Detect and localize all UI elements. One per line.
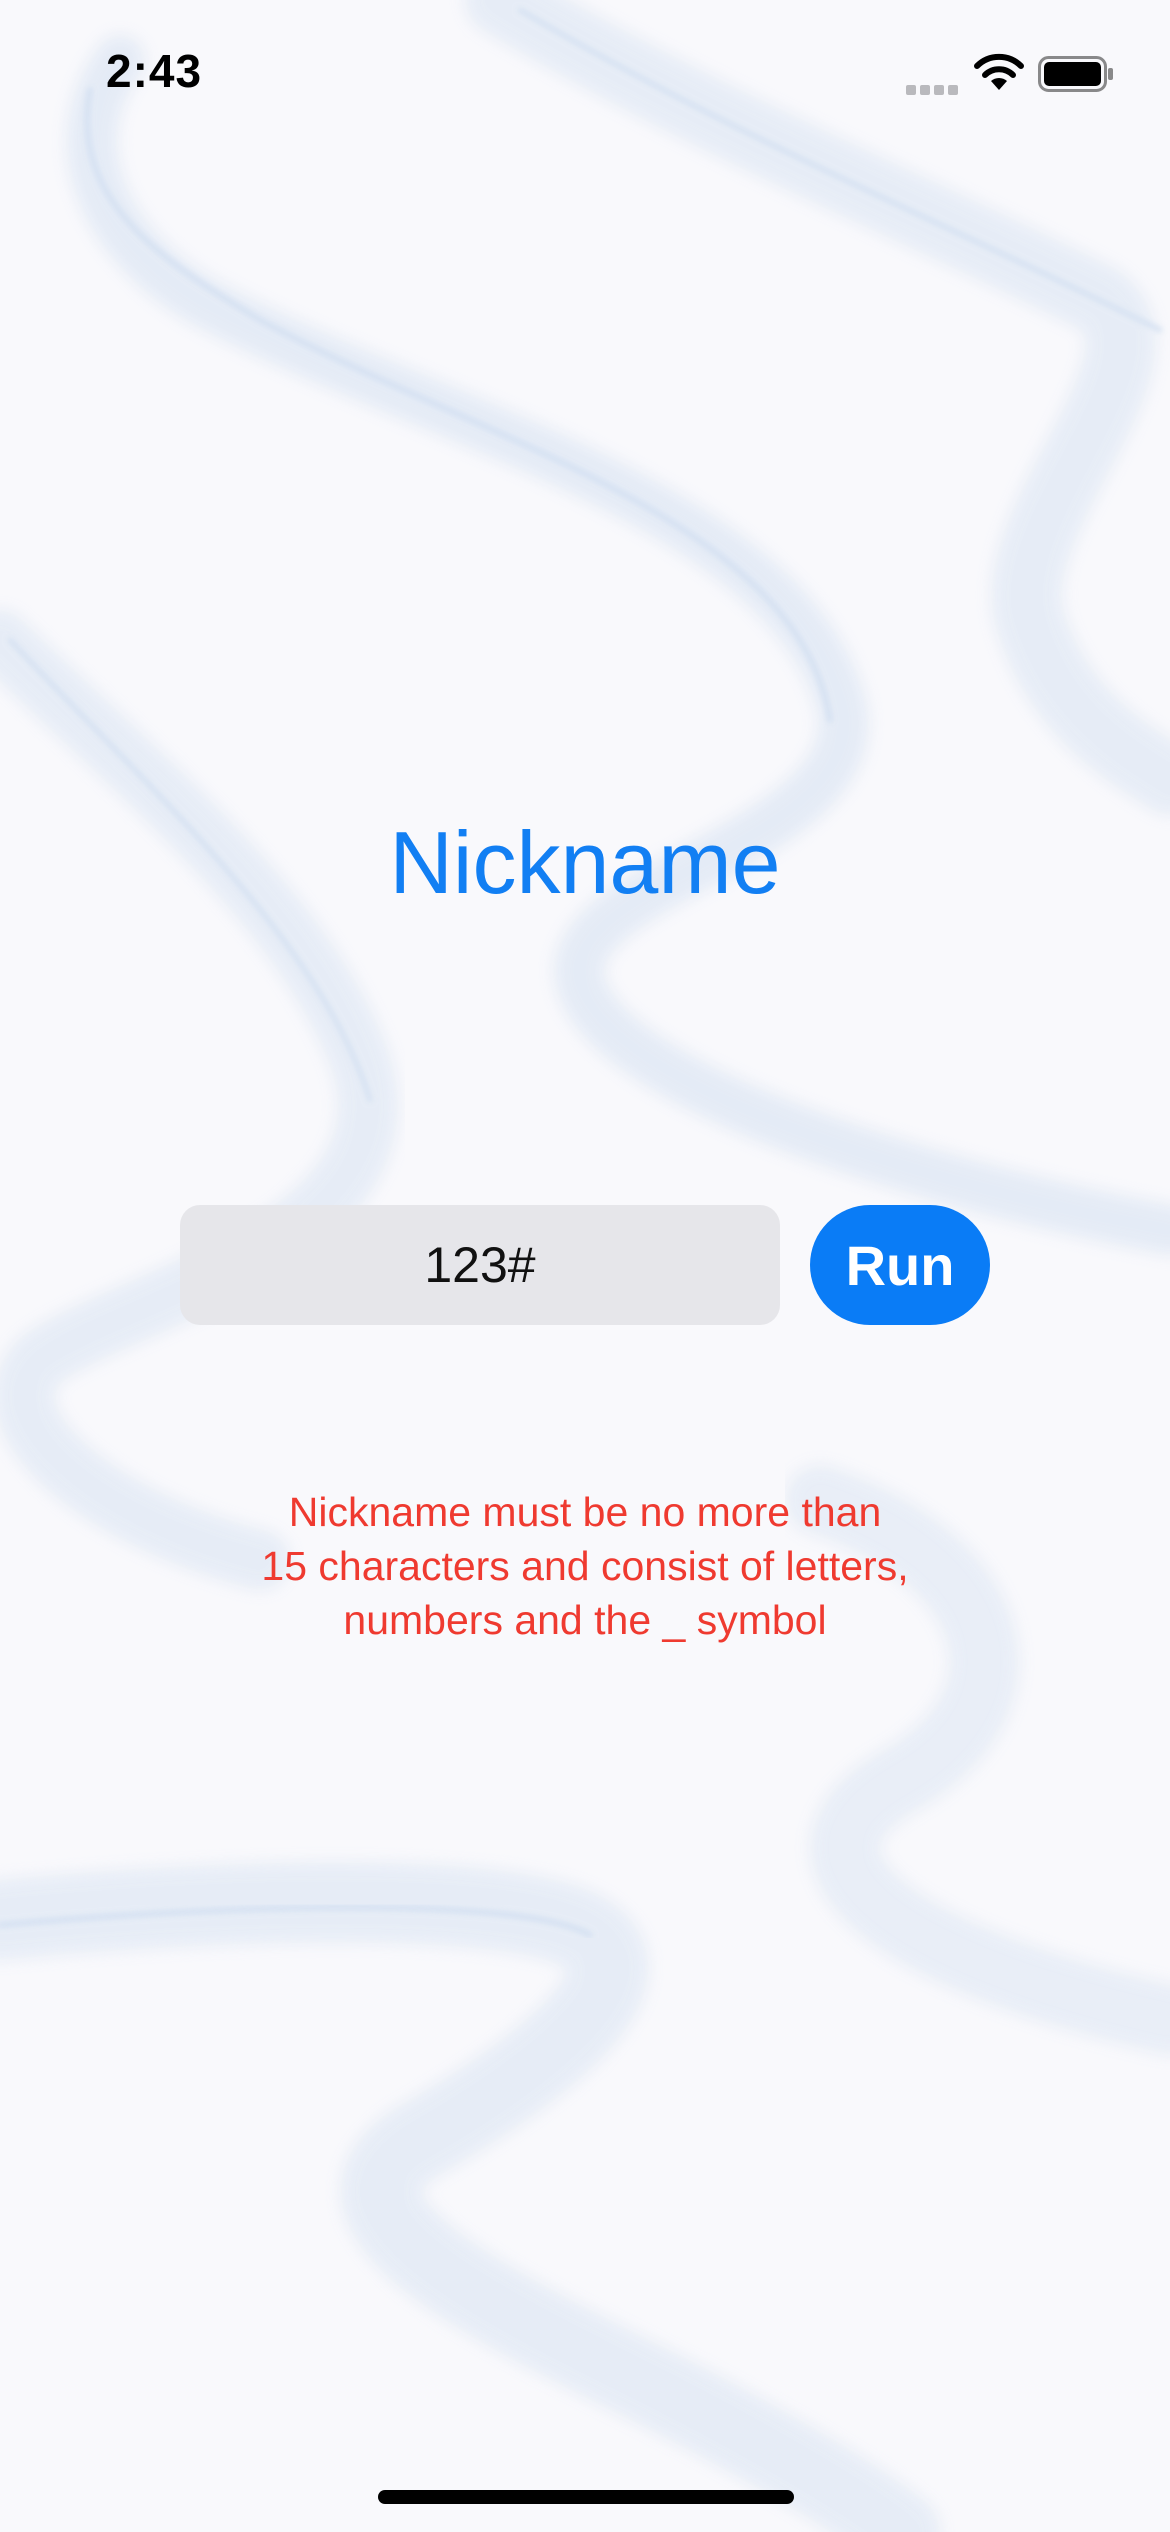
- error-line: 15 characters and consist of letters,: [261, 1543, 909, 1589]
- page-title: Nickname: [389, 813, 781, 912]
- validation-error-message: Nickname must be no more than 15 charact…: [160, 1485, 1010, 1647]
- app-screen: 2:43 Nickname Run Nickname must be no mo…: [0, 0, 1170, 2532]
- home-indicator[interactable]: [378, 2490, 794, 2504]
- wifi-icon: [974, 53, 1024, 90]
- status-time: 2:43: [106, 45, 203, 97]
- error-line: Nickname must be no more than: [288, 1489, 882, 1535]
- nickname-input[interactable]: [180, 1205, 780, 1325]
- run-button[interactable]: Run: [810, 1205, 990, 1325]
- battery-icon: [1038, 56, 1113, 92]
- error-line: numbers and the _ symbol: [343, 1597, 827, 1643]
- run-button-label: Run: [845, 1233, 955, 1297]
- cellular-signal-icon: [906, 82, 962, 95]
